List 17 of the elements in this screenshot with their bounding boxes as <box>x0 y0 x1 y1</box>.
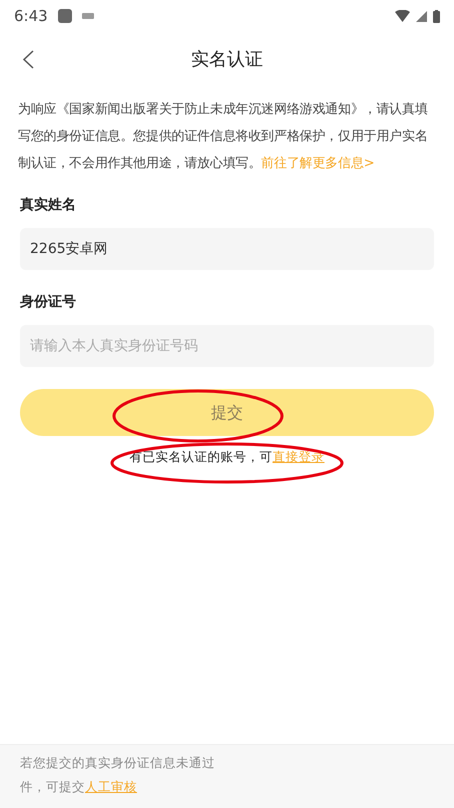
wifi-icon <box>395 10 410 22</box>
signal-icon <box>416 10 427 22</box>
input-field[interactable]: 请输入本人真实身份证号码 <box>20 325 434 367</box>
input-field[interactable]: 2265安卓网 <box>20 228 434 270</box>
keyboard-icon <box>82 13 94 19</box>
field-label: 身份证号 <box>20 293 77 312</box>
page-title: 实名认证 <box>191 48 263 72</box>
app-icon <box>58 9 72 23</box>
field-label: 真实姓名 <box>20 196 77 215</box>
notice-text: 为响应《国家新闻出版署关于防止未成年沉迷网络游戏通知》，请认真填写您的身份证信息。您提供的证件信息将收到严格保护，仅用于用户实名制认证，不会用作其他用途，请放心填写。前往了解更多信息> <box>18 101 429 173</box>
footer-text: 件，可提交人工审核 <box>20 778 138 796</box>
status-time: 6:43 <box>14 6 48 27</box>
footer-text: 若您提交的真实身份证信息未通过 <box>20 754 216 772</box>
battery-icon <box>433 10 440 22</box>
manual-review-link[interactable]: 人工审核 <box>85 779 137 794</box>
back-icon[interactable] <box>22 50 34 69</box>
more-info-link[interactable]: 前往了解更多信息> <box>261 156 374 171</box>
